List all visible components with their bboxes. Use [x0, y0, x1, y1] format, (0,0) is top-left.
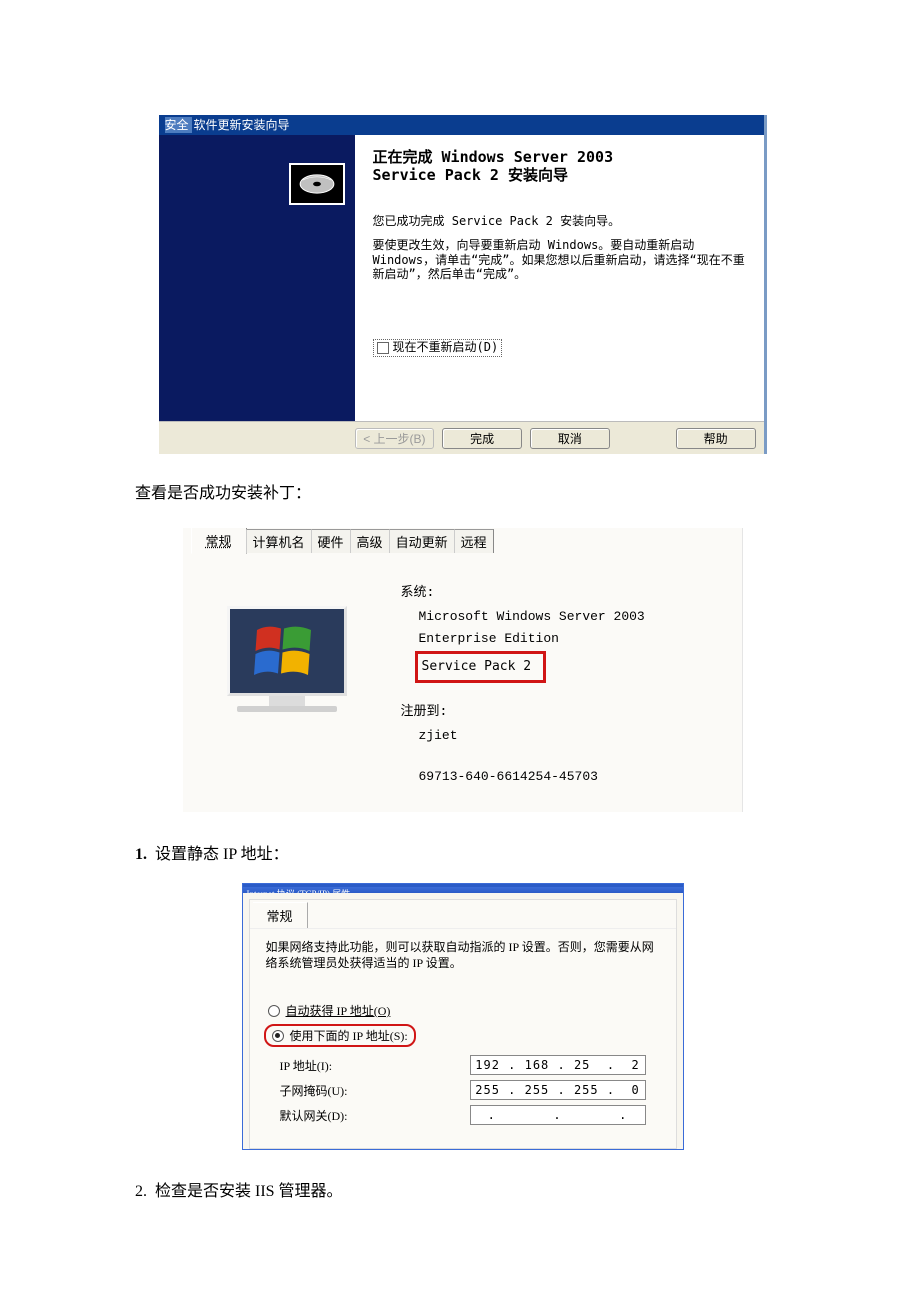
tab-hardware[interactable]: 硬件	[311, 529, 351, 553]
step1-text: 1. 设置静态 IP 地址：	[135, 840, 790, 864]
no-restart-checkbox[interactable]	[377, 342, 389, 354]
ip-tab-general[interactable]: 常规	[253, 902, 308, 928]
step2-label: 检查是否安装 IIS 管理器。	[155, 1183, 343, 1200]
help-button[interactable]: 帮助	[676, 428, 756, 449]
wizard-restart-text: 要使更改生效，向导要重新启动 Windows。要自动重新启动 Windows，请…	[373, 238, 746, 281]
subnet-mask-label: 子网掩码(U):	[280, 1082, 470, 1099]
wizard-titlebar-text: 软件更新安装向导	[194, 118, 290, 132]
system-label: 系统:	[401, 582, 712, 604]
ip-address-input[interactable]	[470, 1055, 646, 1075]
disc-icon	[289, 163, 345, 205]
radio-auto-label: 自动获得 IP 地址(O)	[286, 1002, 391, 1019]
default-gateway-input[interactable]	[470, 1105, 646, 1125]
no-restart-checkbox-row[interactable]: 现在不重新启动(D)	[373, 339, 503, 357]
radio-auto-ip[interactable]: 自动获得 IP 地址(O)	[268, 1001, 660, 1020]
service-pack-highlight: Service Pack 2	[415, 651, 547, 683]
radio-auto-icon	[268, 1005, 280, 1017]
radio-manual-label: 使用下面的 IP 地址(S):	[290, 1027, 408, 1044]
back-button: < 上一步(B)	[355, 428, 435, 449]
no-restart-label: 现在不重新启动(D)	[393, 341, 499, 355]
tab-advanced[interactable]: 高级	[350, 529, 390, 553]
registered-to-label: 注册到:	[401, 701, 712, 723]
cancel-button[interactable]: 取消	[530, 428, 610, 449]
computer-icon	[213, 606, 361, 788]
radio-manual-icon	[272, 1030, 284, 1042]
wizard-titlebar: 安全软件更新安装向导	[159, 115, 764, 135]
tcpip-properties-dialog: Internet 协议 (TCP/IP) 属性 常规 如果网络支持此功能，则可以…	[243, 884, 683, 1149]
step2-text: 2. 检查是否安装 IIS 管理器。	[135, 1177, 790, 1201]
tab-auto-update[interactable]: 自动更新	[389, 529, 455, 553]
product-id: 69713-640-6614254-45703	[401, 766, 712, 788]
tab-general[interactable]: 常规	[191, 528, 247, 554]
registered-user: zjiet	[401, 725, 712, 747]
windows-logo-icon	[254, 621, 320, 681]
wizard-titlebar-prefix: 安全	[165, 117, 192, 133]
os-edition: Enterprise Edition	[401, 628, 712, 650]
ip-address-label: IP 地址(I):	[280, 1057, 470, 1074]
radio-manual-ip[interactable]: 使用下面的 IP 地址(S):	[264, 1024, 416, 1047]
default-gateway-label: 默认网关(D):	[280, 1107, 470, 1124]
ip-description: 如果网络支持此功能，则可以获取自动指派的 IP 设置。否则，您需要从网络系统管理…	[266, 939, 660, 971]
os-name: Microsoft Windows Server 2003	[401, 606, 712, 628]
wizard-heading: 正在完成 Windows Server 2003	[373, 149, 746, 166]
wizard-sidebar	[159, 135, 355, 421]
subnet-mask-input[interactable]	[470, 1080, 646, 1100]
update-wizard-dialog: 安全软件更新安装向导 正在完成 Windows Server 2003 Serv…	[159, 115, 767, 454]
wizard-success-text: 您已成功完成 Service Pack 2 安装向导。	[373, 215, 746, 229]
tab-remote[interactable]: 远程	[454, 529, 494, 553]
check-patch-text: 查看是否成功安装补丁：	[135, 479, 790, 503]
ip-titlebar: Internet 协议 (TCP/IP) 属性	[243, 887, 683, 893]
wizard-footer: < 上一步(B) 完成 取消 帮助	[159, 421, 764, 454]
finish-button[interactable]: 完成	[442, 428, 522, 449]
system-properties-dialog: 常规 计算机名 硬件 高级 自动更新 远程	[183, 528, 743, 812]
system-tabs: 常规 计算机名 硬件 高级 自动更新 远程	[183, 528, 742, 554]
tab-computer-name[interactable]: 计算机名	[246, 529, 312, 553]
wizard-subheading: Service Pack 2 安装向导	[373, 167, 746, 184]
step1-label: 设置静态 IP 地址：	[155, 846, 289, 863]
